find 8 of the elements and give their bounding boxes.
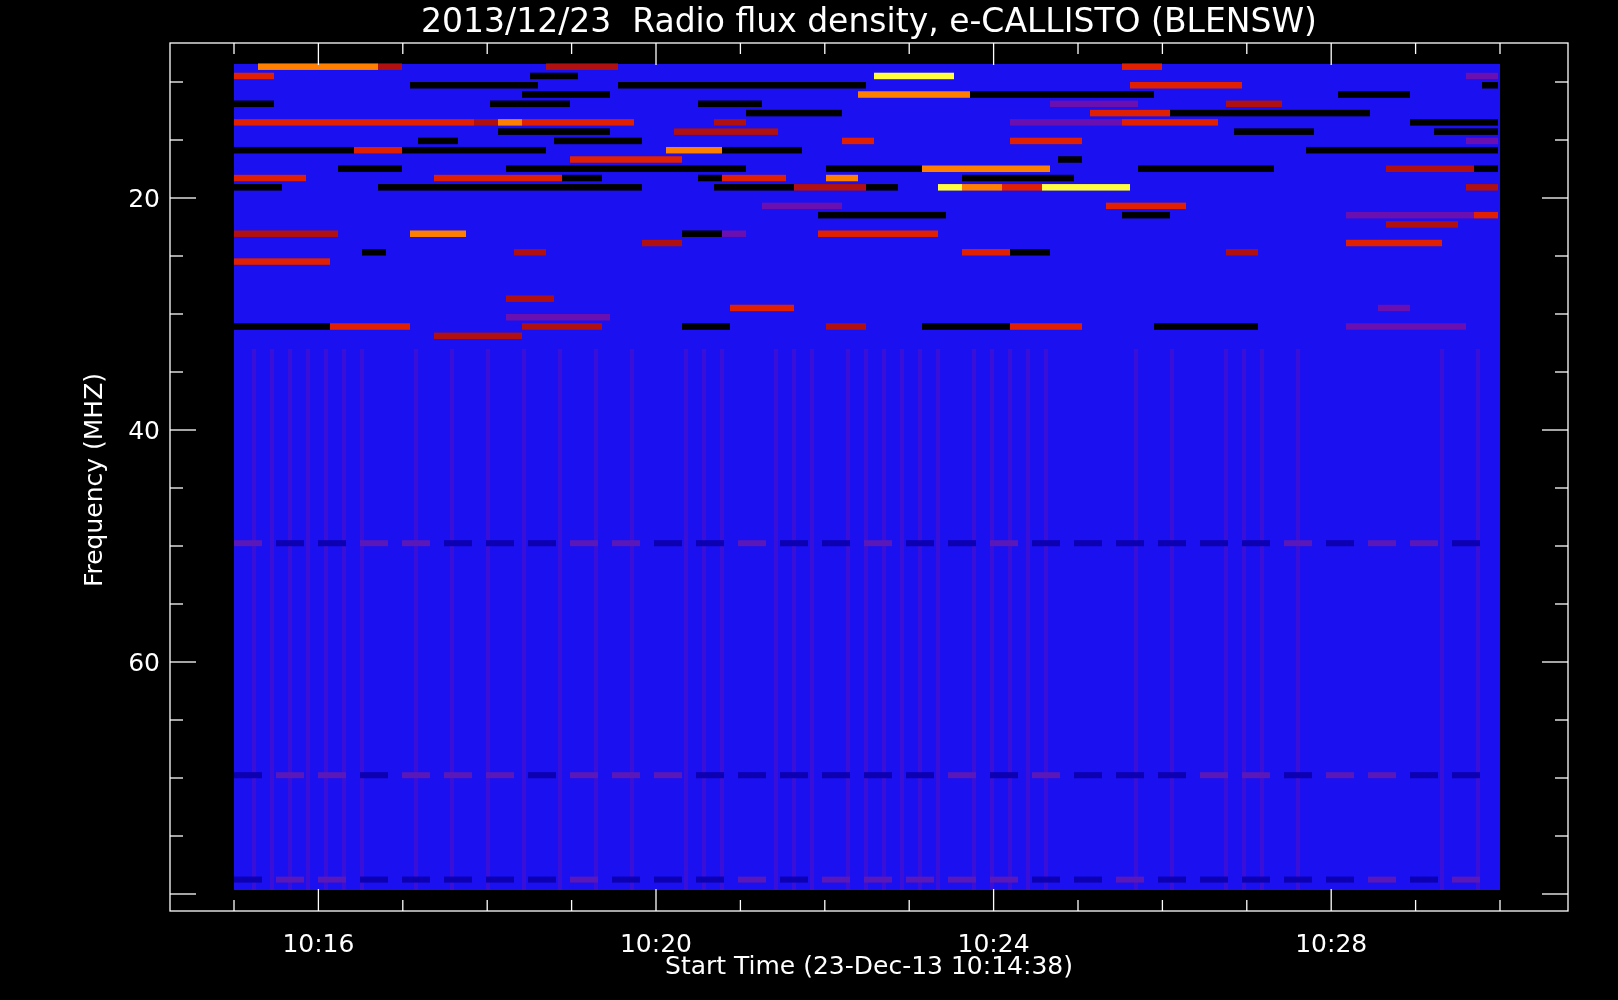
y-axis-label: Frequency (MHZ) (79, 372, 108, 588)
y-tick-label: 40 (128, 416, 160, 445)
x-axis-label: Start Time (23-Dec-13 10:14:38) (665, 951, 1073, 980)
y-tick-label: 60 (128, 648, 160, 677)
plot-title: 2013/12/23 Radio flux density, e-CALLISTO (BLENSW) (421, 1, 1317, 40)
x-tick-label: 10:16 (282, 929, 355, 958)
y-tick-label: 20 (128, 184, 160, 213)
x-tick-label: 10:28 (1295, 929, 1368, 958)
